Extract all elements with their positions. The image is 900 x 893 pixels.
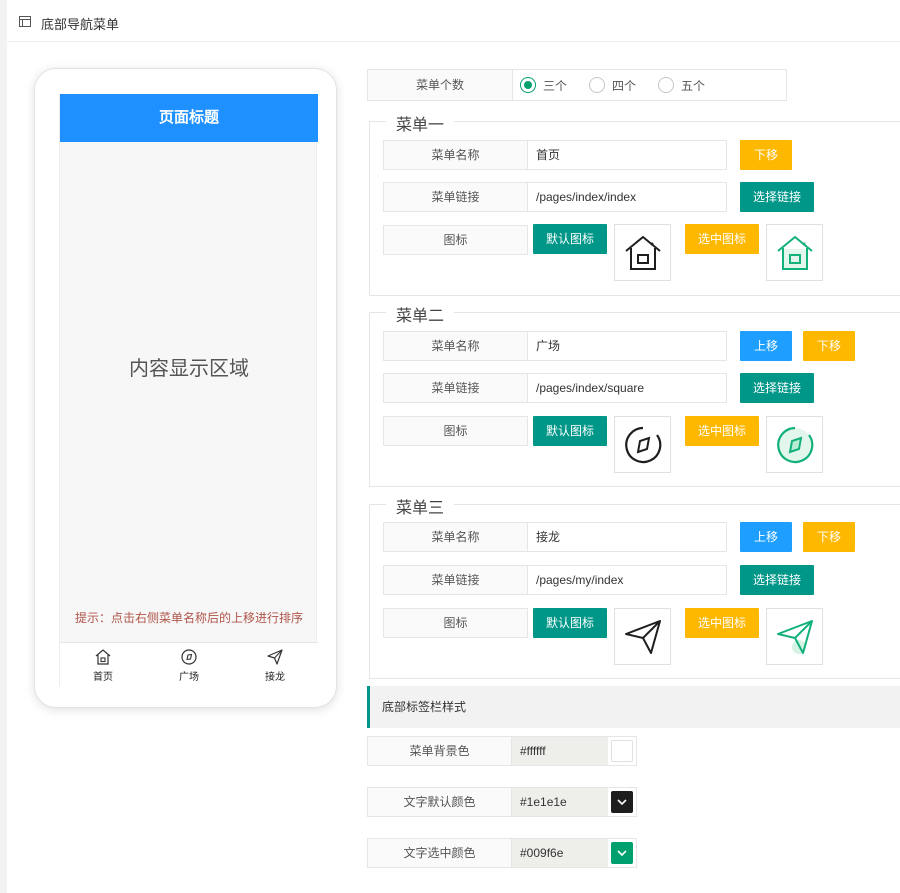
menu-link-input[interactable]: /pages/my/index (527, 565, 727, 595)
chevron-down-icon (617, 850, 627, 857)
selected-icon-preview[interactable] (766, 608, 823, 665)
menu-name-input[interactable]: 接龙 (527, 522, 727, 552)
radio-three[interactable]: 三个 (520, 77, 567, 94)
move-up-button[interactable]: 上移 (740, 522, 792, 552)
text-selected-color-label: 文字选中颜色 (368, 839, 512, 867)
phone-screen: 页面标题 内容显示区域 提示：点击右侧菜单名称后的上移进行排序 首页 广场 接龙 (59, 94, 318, 686)
radio-unchecked-icon (589, 77, 606, 93)
radio-label: 四个 (612, 78, 637, 93)
menu-count-label: 菜单个数 (368, 70, 513, 100)
choose-link-button[interactable]: 选择链接 (740, 565, 814, 595)
bg-color-input[interactable]: #ffffff (512, 737, 608, 765)
text-selected-color-picker[interactable] (611, 842, 633, 864)
home-icon (95, 649, 111, 665)
text-default-color-label: 文字默认颜色 (368, 788, 512, 816)
page-title: 底部导航菜单 (41, 17, 120, 32)
radio-four[interactable]: 四个 (589, 77, 636, 94)
menu-name-label: 菜单名称 (383, 331, 528, 361)
paper-plane-icon (267, 649, 283, 665)
phone-content-area: 内容显示区域 (129, 358, 249, 380)
radio-label: 五个 (681, 78, 706, 93)
fieldset-legend: 菜单三 (386, 494, 455, 518)
move-down-button[interactable]: 下移 (803, 522, 855, 552)
move-up-button[interactable]: 上移 (740, 331, 792, 361)
page: 底部导航菜单 页面标题 内容显示区域 提示：点击右侧菜单名称后的上移进行排序 首… (7, 0, 900, 893)
top-bar: 底部导航菜单 (7, 0, 900, 42)
compass-icon (777, 426, 814, 464)
fieldset-legend: 菜单一 (386, 111, 455, 135)
default-icon-button[interactable]: 默认图标 (533, 416, 607, 446)
move-down-button[interactable]: 下移 (740, 140, 792, 170)
phone-tab-label: 广场 (179, 672, 199, 683)
menu-link-input[interactable]: /pages/index/index (527, 182, 727, 212)
default-icon-button[interactable]: 默认图标 (533, 224, 607, 254)
menu-count-radio-group: 三个 四个 五个 (520, 70, 727, 100)
menu-name-input[interactable]: 首页 (527, 140, 727, 170)
compass-icon (181, 649, 197, 665)
phone-tab-jielong[interactable]: 接龙 (232, 643, 318, 686)
home-icon (625, 235, 661, 270)
menu-count-row: 菜单个数 三个 四个 五个 (367, 69, 787, 101)
phone-tab-label: 首页 (93, 672, 113, 683)
bg-color-picker[interactable] (611, 740, 633, 762)
menu-one-fieldset: 菜单一 菜单名称 首页 下移 菜单链接 /pages/index/index 选… (369, 111, 900, 296)
move-down-button[interactable]: 下移 (803, 331, 855, 361)
menu-name-input[interactable]: 广场 (527, 331, 727, 361)
text-default-color-input[interactable]: #1e1e1e (512, 788, 608, 816)
selected-icon-preview[interactable] (766, 224, 823, 281)
text-selected-color-input[interactable]: #009f6e (512, 839, 608, 867)
menu-link-label: 菜单链接 (383, 565, 528, 595)
menu-link-label: 菜单链接 (383, 373, 528, 403)
radio-unchecked-icon (658, 77, 675, 93)
phone-tab-square[interactable]: 广场 (146, 643, 232, 686)
sort-tip: 提示：点击右侧菜单名称后的上移进行排序 (74, 611, 303, 625)
home-icon (777, 235, 813, 270)
default-icon-preview[interactable] (614, 416, 671, 473)
menu-name-label: 菜单名称 (383, 522, 528, 552)
menu-link-input[interactable]: /pages/index/square (527, 373, 727, 403)
phone-preview: 页面标题 内容显示区域 提示：点击右侧菜单名称后的上移进行排序 首页 广场 接龙 (34, 68, 337, 708)
phone-tab-label: 接龙 (265, 672, 285, 683)
menu-name-label: 菜单名称 (383, 140, 528, 170)
radio-five[interactable]: 五个 (658, 77, 705, 94)
choose-link-button[interactable]: 选择链接 (740, 182, 814, 212)
selected-icon-button[interactable]: 选中图标 (685, 608, 759, 638)
bg-color-row: 菜单背景色 #ffffff (367, 736, 637, 766)
radio-label: 三个 (543, 78, 568, 93)
menu-two-fieldset: 菜单二 菜单名称 广场 上移 下移 菜单链接 /pages/index/squa… (369, 302, 900, 487)
bg-color-label: 菜单背景色 (368, 737, 512, 765)
default-icon-preview[interactable] (614, 224, 671, 281)
paper-plane-icon (625, 620, 661, 654)
text-default-color-picker[interactable] (611, 791, 633, 813)
phone-tab-bar: 首页 广场 接龙 (60, 642, 318, 686)
menu-link-label: 菜单链接 (383, 182, 528, 212)
choose-link-button[interactable]: 选择链接 (740, 373, 814, 403)
fieldset-legend: 菜单二 (386, 302, 455, 326)
radio-checked-icon (520, 77, 536, 93)
text-selected-color-row: 文字选中颜色 #009f6e (367, 838, 637, 868)
icon-label: 图标 (383, 608, 528, 638)
paper-plane-icon (777, 620, 813, 654)
icon-label: 图标 (383, 416, 528, 446)
compass-icon (625, 426, 662, 464)
selected-icon-button[interactable]: 选中图标 (685, 224, 759, 254)
chevron-down-icon (617, 799, 627, 806)
icon-label: 图标 (383, 225, 528, 255)
default-icon-button[interactable]: 默认图标 (533, 608, 607, 638)
phone-tab-home[interactable]: 首页 (60, 643, 146, 686)
menu-three-fieldset: 菜单三 菜单名称 接龙 上移 下移 菜单链接 /pages/my/index 选… (369, 494, 900, 679)
text-default-color-row: 文字默认颜色 #1e1e1e (367, 787, 637, 817)
default-icon-preview[interactable] (614, 608, 671, 665)
tabbar-style-section-header: 底部标签栏样式 (367, 686, 900, 728)
selected-icon-preview[interactable] (766, 416, 823, 473)
window-icon (19, 16, 31, 27)
phone-page-title: 页面标题 (60, 94, 318, 142)
selected-icon-button[interactable]: 选中图标 (685, 416, 759, 446)
